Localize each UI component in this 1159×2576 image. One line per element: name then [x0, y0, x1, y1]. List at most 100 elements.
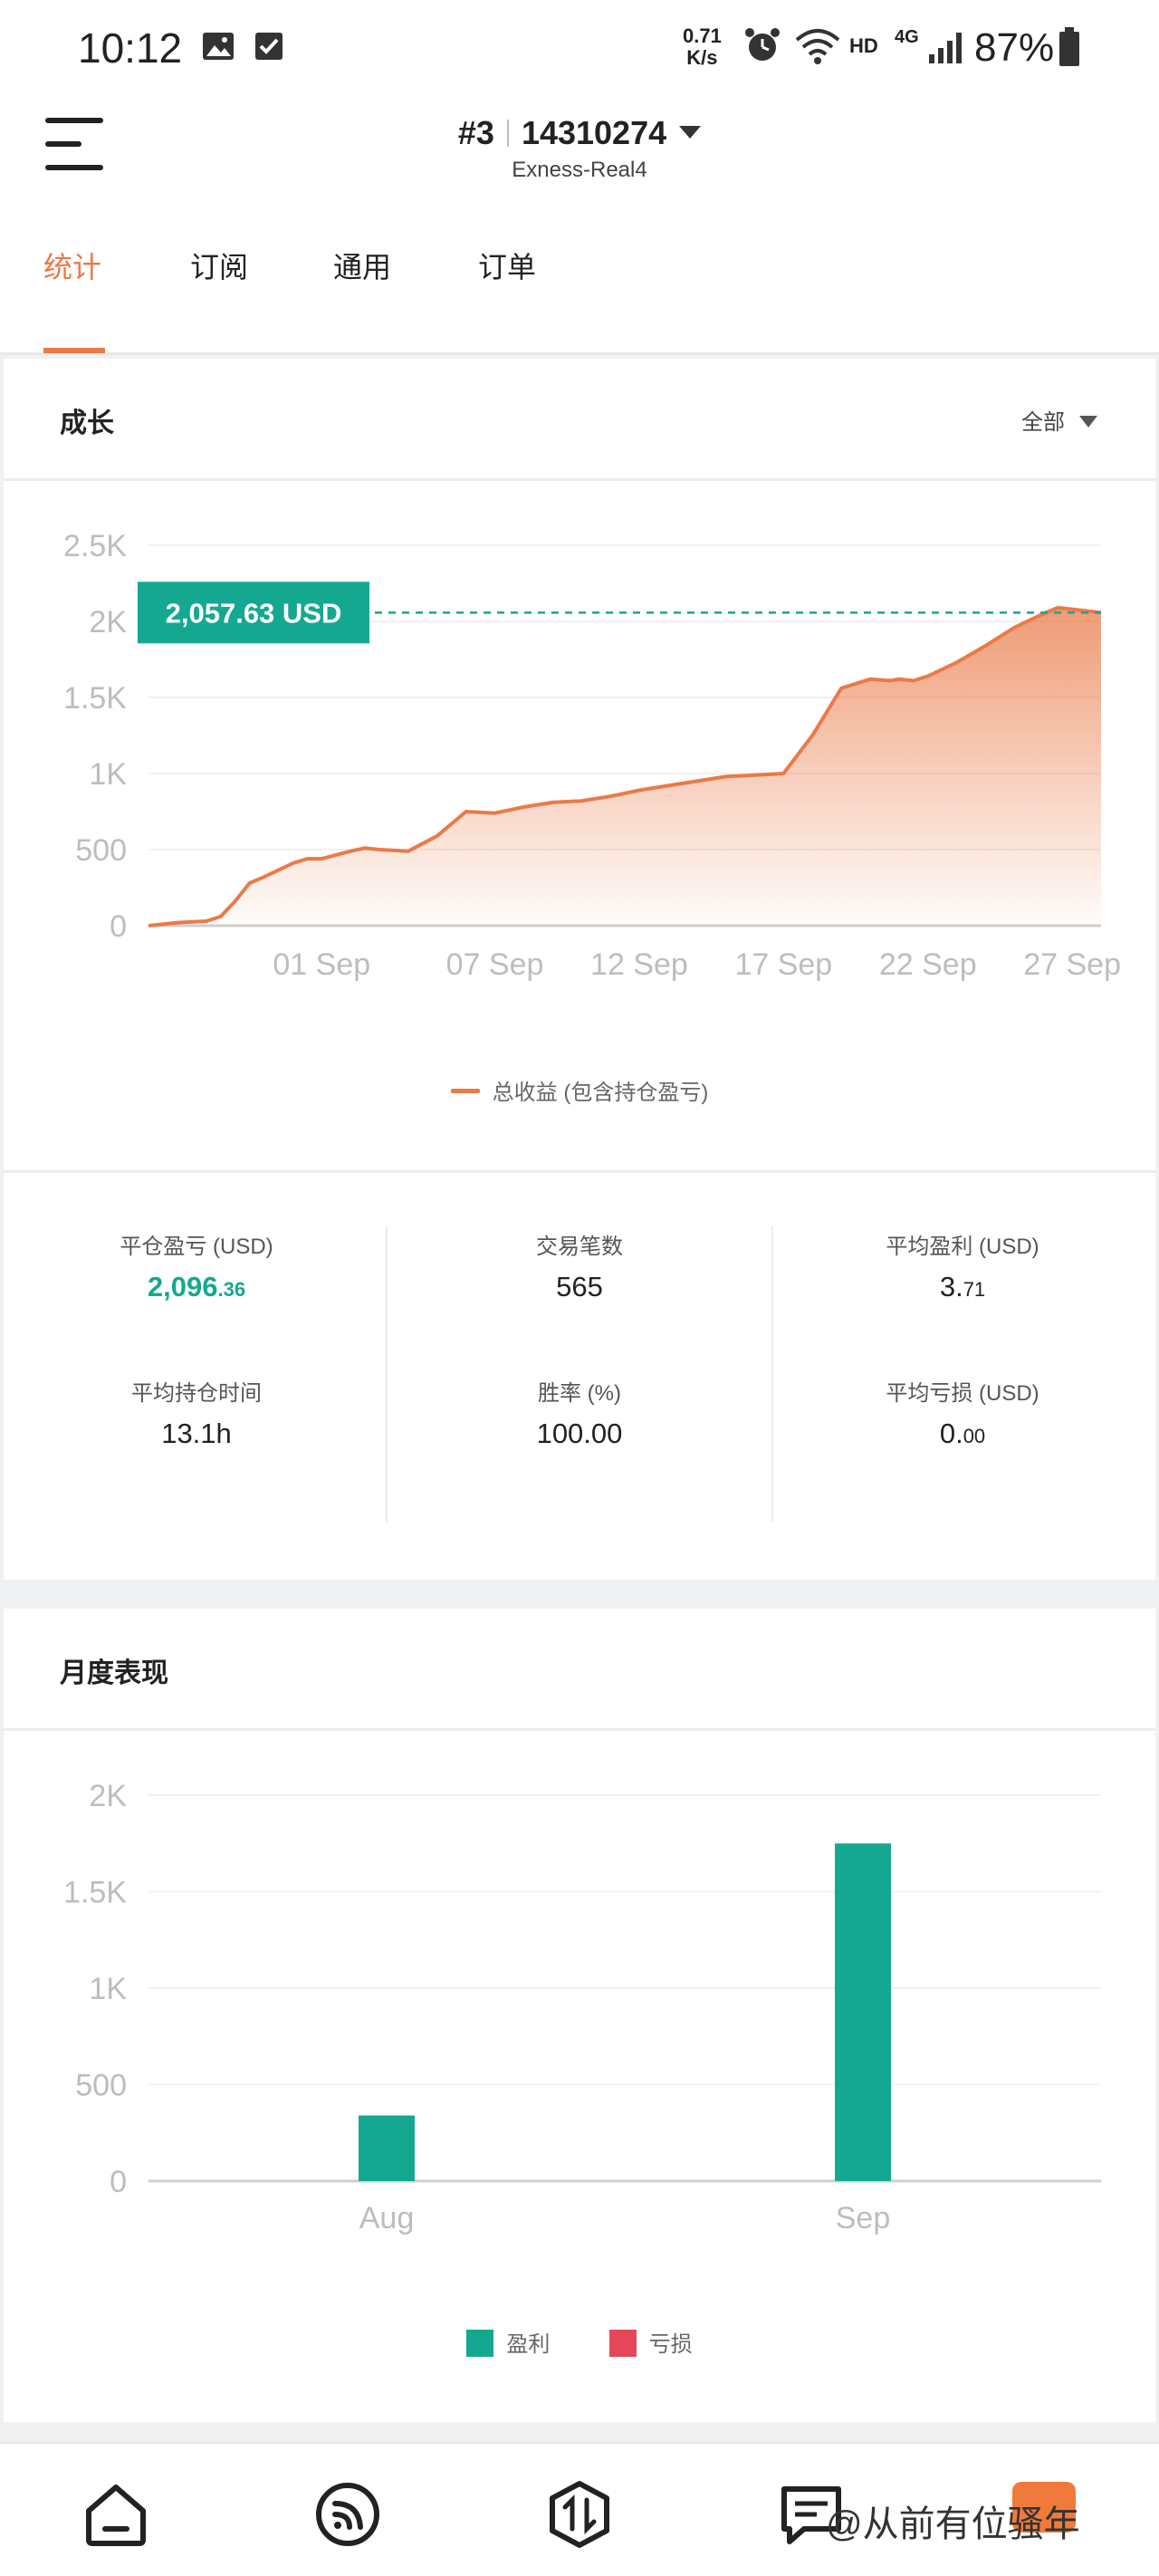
monthly-y-tick-label: 1.5K: [63, 1876, 127, 1910]
wifi-icon: [795, 29, 840, 64]
monthly-title: 月度表现: [60, 1658, 168, 1688]
stat-value: 3.71: [770, 1271, 1155, 1303]
stat-avg-loss: 平均亏损 (USD) 0.00: [770, 1375, 1155, 1450]
monthly-chart[interactable]: 0 500 1K 1.5K 2K Aug Sep: [4, 1732, 1155, 2275]
stat-avg-profit: 平均盈利 (USD) 3.71: [770, 1228, 1155, 1303]
growth-filter-label: 全部: [1021, 410, 1065, 435]
growth-legend[interactable]: 总收益 (包含持仓盈亏): [4, 1074, 1155, 1106]
growth-y-tick-label: 500: [75, 833, 127, 868]
stat-label: 平均持仓时间: [131, 1381, 262, 1406]
growth-filter-dropdown[interactable]: 全部: [1021, 404, 1097, 436]
checkbox-icon: [255, 33, 283, 60]
stat-value-main: 100.00: [536, 1418, 623, 1449]
bottom-nav: @从前有位骚年: [0, 2442, 1159, 2576]
speed-unit: K/s: [686, 46, 718, 69]
monthly-x-tick-label: Sep: [836, 2201, 891, 2235]
feed-icon[interactable]: [313, 2480, 382, 2549]
growth-y-tick-label: 2K: [89, 605, 127, 639]
stat-avg-holding-time: 平均持仓时间 13.1h: [4, 1375, 389, 1450]
growth-x-tick-label: 17 Sep: [734, 947, 832, 982]
account-id: 14310274: [521, 114, 667, 151]
stat-label: 胜率 (%): [538, 1381, 621, 1406]
growth-y-tick-label: 2.5K: [63, 529, 127, 563]
stat-value-main: 3.: [939, 1271, 963, 1302]
current-value-label: 2,057.63 USD: [166, 597, 342, 629]
divider: [4, 478, 1155, 481]
tab-statistics[interactable]: 统计: [43, 245, 101, 286]
trade-icon[interactable]: [545, 2480, 614, 2549]
monthly-legend[interactable]: 盈利 亏损: [4, 2326, 1155, 2358]
status-bar: 10:12 0.71 K/s HD 4G 87%: [0, 0, 1159, 94]
account-separator: [506, 120, 509, 147]
stat-value: 13.1h: [4, 1418, 389, 1450]
monthly-y-tick-label: 1K: [89, 1972, 127, 2006]
tab-orders[interactable]: 订单: [478, 245, 536, 286]
home-icon[interactable]: [81, 2480, 150, 2549]
stat-closed-pnl: 平仓盈亏 (USD) 2,096.36: [4, 1228, 389, 1303]
stat-trade-count: 交易笔数 565: [387, 1228, 772, 1303]
divider: [4, 1728, 1155, 1731]
network-type: 4G: [895, 27, 919, 47]
legend-loss-swatch: [608, 2330, 637, 2357]
growth-x-tick-label: 22 Sep: [879, 947, 977, 982]
account-number: #3: [457, 114, 494, 151]
network-speed: 0.71 K/s: [683, 25, 722, 69]
growth-y-tick-label: 0: [110, 909, 127, 944]
legend-loss-label: 亏损: [648, 2332, 693, 2357]
legend-line-swatch: [450, 1089, 480, 1093]
stat-value: 565: [387, 1271, 772, 1303]
watermark-text: @从前有位骚年: [826, 2504, 1080, 2544]
battery-percent: 87%: [974, 25, 1055, 70]
growth-chart[interactable]: 0 500 1K 1.5K 2K 2.5K 01 Sep 07 Sep 12 Sep 17 Se…: [4, 482, 1155, 989]
stat-label: 平均亏损 (USD): [886, 1381, 1039, 1406]
monthly-y-tick-label: 2K: [89, 1779, 127, 1813]
growth-x-tick-label: 27 Sep: [1023, 947, 1121, 982]
speed-value: 0.71: [683, 24, 722, 47]
monthly-bar: [359, 2115, 415, 2181]
monthly-y-tick-label: 0: [110, 2165, 127, 2199]
tab-bar: 统计 订阅 通用 订单: [0, 212, 1159, 355]
app-header: #3 14310274 Exness-Real4: [0, 94, 1159, 212]
growth-title: 成长: [60, 409, 114, 438]
stat-value-main: 0.: [939, 1418, 963, 1449]
chevron-down-icon: [1079, 416, 1097, 428]
chevron-down-icon: [679, 126, 702, 139]
stat-value: 2,096.36: [4, 1271, 389, 1303]
tab-general[interactable]: 通用: [333, 245, 391, 286]
account-selector[interactable]: #3 14310274: [0, 114, 1159, 152]
monthly-card: 月度表现 0 500 1K 1.5K 2K Aug Sep 盈利 亏损: [4, 1609, 1155, 2422]
legend-profit-swatch: [466, 2330, 494, 2357]
monthly-y-tick-label: 500: [75, 2069, 127, 2103]
stat-label: 交易笔数: [536, 1235, 623, 1259]
stat-label: 平均盈利 (USD): [886, 1235, 1039, 1259]
stat-value-main: 13.1h: [161, 1418, 232, 1449]
stat-value-fraction: .36: [217, 1278, 246, 1301]
tab-subscribe[interactable]: 订阅: [190, 245, 248, 286]
growth-legend-label: 总收益 (包含持仓盈亏): [492, 1081, 709, 1105]
stat-value-fraction: 00: [963, 1425, 986, 1447]
monthly-x-tick-label: Aug: [359, 2201, 415, 2235]
status-time: 10:12: [78, 24, 183, 72]
stat-label: 平仓盈亏 (USD): [120, 1235, 273, 1259]
growth-card: 成长 全部 0 500 1K 1.5K 2K 2.5K 01 Sep 07 Sep 12 Se…: [4, 359, 1155, 1580]
stat-value-main: 565: [556, 1271, 603, 1302]
stat-value: 100.00: [387, 1418, 772, 1450]
battery-icon: [1059, 27, 1079, 66]
account-server: Exness-Real4: [512, 158, 647, 182]
growth-area-fill: [148, 607, 1101, 926]
growth-x-tick-label: 01 Sep: [273, 947, 370, 982]
stat-value-main: 2,096: [147, 1271, 218, 1302]
gallery-icon: [203, 33, 234, 60]
divider: [4, 1170, 1155, 1173]
monthly-bar: [835, 1843, 891, 2181]
growth-y-tick-label: 1K: [89, 757, 127, 792]
stat-value: 0.00: [770, 1418, 1155, 1450]
alarm-icon: [745, 28, 780, 61]
growth-x-tick-label: 07 Sep: [446, 947, 544, 982]
legend-profit-label: 盈利: [506, 2332, 551, 2357]
growth-y-tick-label: 1.5K: [63, 681, 127, 716]
active-tab-indicator: [43, 348, 105, 353]
stat-value-fraction: 71: [963, 1278, 986, 1301]
signal-icon: [929, 33, 962, 63]
growth-x-tick-label: 12 Sep: [590, 947, 688, 982]
